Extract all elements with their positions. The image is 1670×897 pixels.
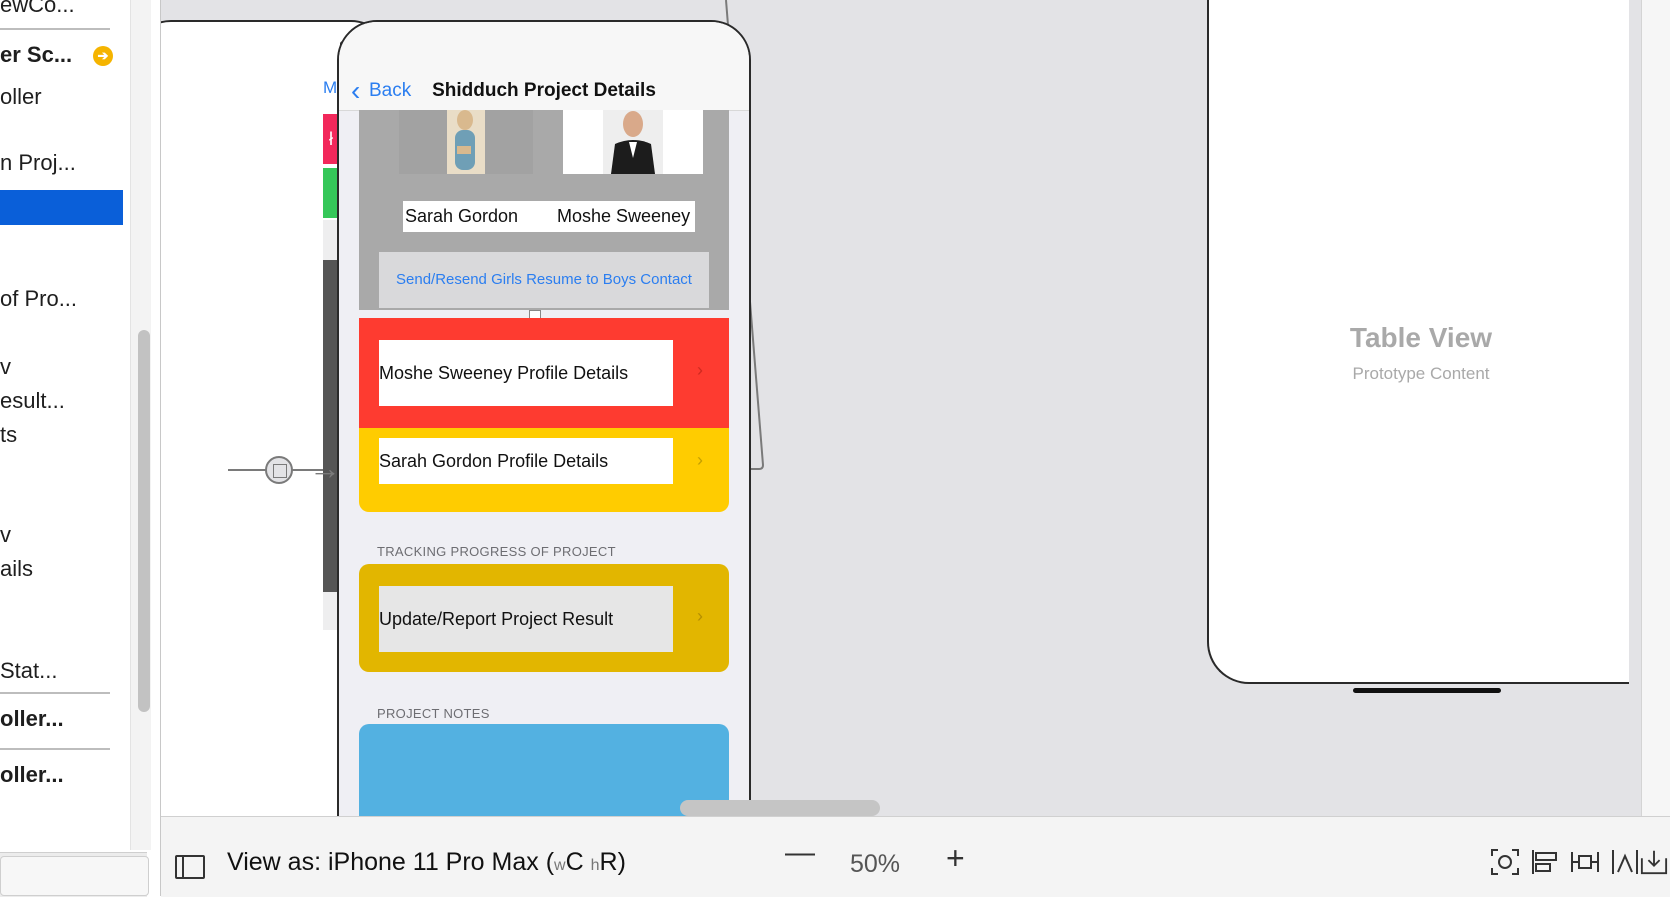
view-as-suffix: ) [617, 848, 626, 876]
outline-item[interactable]: ts [0, 422, 17, 448]
size-class-hr: R [599, 848, 618, 876]
project-details-scene[interactable]: ‹ Back Shidduch Project Details Sarah Go… [337, 20, 751, 816]
embed-in-icon[interactable] [1640, 848, 1668, 876]
size-class-h: h [590, 857, 600, 874]
view-as-device-button[interactable]: View as: iPhone 11 Pro Max (wC hR) [227, 848, 626, 877]
girl-profile-cell[interactable]: Sarah Gordon Profile Details › [359, 428, 729, 512]
outline-separator [0, 28, 110, 30]
update-report-label: Update/Report Project Result [379, 586, 673, 652]
outline-item[interactable]: v [0, 522, 11, 548]
outline-selected-row[interactable] [0, 190, 123, 225]
outline-item[interactable]: ewCo... [0, 0, 75, 18]
update-report-cell[interactable]: Update/Report Project Result › [359, 564, 729, 672]
canvas-horizontal-scrollbar[interactable] [680, 800, 880, 816]
outline-scrollbar-thumb[interactable] [138, 330, 150, 712]
zoom-level[interactable]: 50% [850, 850, 900, 879]
outline-item[interactable]: v [0, 354, 11, 380]
outline-item[interactable]: er Sc... [0, 42, 72, 68]
table-view-subtitle: Prototype Content [1352, 364, 1490, 383]
tracking-section-header: TRACKING PROGRESS OF PROJECT [377, 544, 616, 559]
sidebar-toggle-icon[interactable] [175, 855, 205, 879]
chevron-right-icon: › [697, 360, 703, 380]
girl-profile-label: Sarah Gordon Profile Details [379, 438, 673, 484]
table-view-title: Table View [1349, 322, 1493, 353]
outline-separator [0, 692, 110, 694]
boy-photo-image [563, 110, 703, 174]
notes-section-header: PROJECT NOTES [377, 706, 490, 721]
project-notes-cell[interactable] [359, 724, 729, 816]
outline-item[interactable]: ails [0, 556, 33, 582]
home-indicator [1353, 688, 1501, 693]
warning-arrow-icon[interactable]: ➔ [93, 46, 113, 66]
girl-photo-image [399, 110, 533, 174]
profile-header-section: Sarah Gordon Moshe Sweeney Send/Resend G… [359, 110, 729, 310]
outline-filter-field[interactable] [0, 856, 149, 896]
canvas-right-edge [1641, 0, 1670, 896]
add-constraints-icon[interactable] [1570, 848, 1600, 876]
boy-profile-cell[interactable]: Moshe Sweeney Profile Details › [359, 318, 729, 428]
document-outline: ewCo... er Sc... oller n Proj... of Pro.… [0, 0, 123, 896]
nav-title: Shidduch Project Details [432, 80, 656, 101]
boy-photo[interactable] [563, 110, 703, 174]
storyboard-canvas[interactable]: Match ł No › → ‹ Back Shidduch Project D… [161, 0, 1641, 816]
update-frames-icon[interactable] [1490, 848, 1520, 876]
girl-photo[interactable] [399, 110, 533, 174]
outline-item[interactable]: oller [0, 84, 42, 110]
chevron-right-icon: › [697, 606, 703, 626]
navigation-bar: ‹ Back Shidduch Project Details [339, 22, 749, 111]
outline-item[interactable]: of Pro... [0, 286, 77, 312]
send-resume-button[interactable]: Send/Resend Girls Resume to Boys Contact [379, 252, 709, 308]
outline-separator [0, 748, 110, 750]
boy-profile-label: Moshe Sweeney Profile Details [379, 340, 673, 406]
outline-item[interactable]: esult... [0, 388, 65, 414]
outline-item[interactable]: Stat... [0, 658, 57, 684]
chevron-right-icon: › [697, 450, 703, 470]
outline-item[interactable]: oller... [0, 762, 64, 788]
girl-name-field[interactable]: Sarah Gordon [403, 201, 563, 232]
zoom-in-button[interactable]: + [946, 840, 965, 877]
resolve-issues-icon[interactable] [1610, 848, 1640, 876]
align-icon[interactable] [1530, 848, 1560, 876]
outline-item[interactable]: oller... [0, 706, 64, 732]
segue-icon[interactable] [265, 456, 293, 484]
size-class-w: w [554, 857, 566, 874]
zoom-out-button[interactable]: — [785, 836, 815, 870]
view-as-label: View as: iPhone 11 Pro Max ( [227, 848, 555, 876]
outline-item[interactable]: n Proj... [0, 150, 76, 176]
size-class-wc: C [565, 848, 584, 876]
boy-name-field[interactable]: Moshe Sweeney [555, 201, 695, 232]
